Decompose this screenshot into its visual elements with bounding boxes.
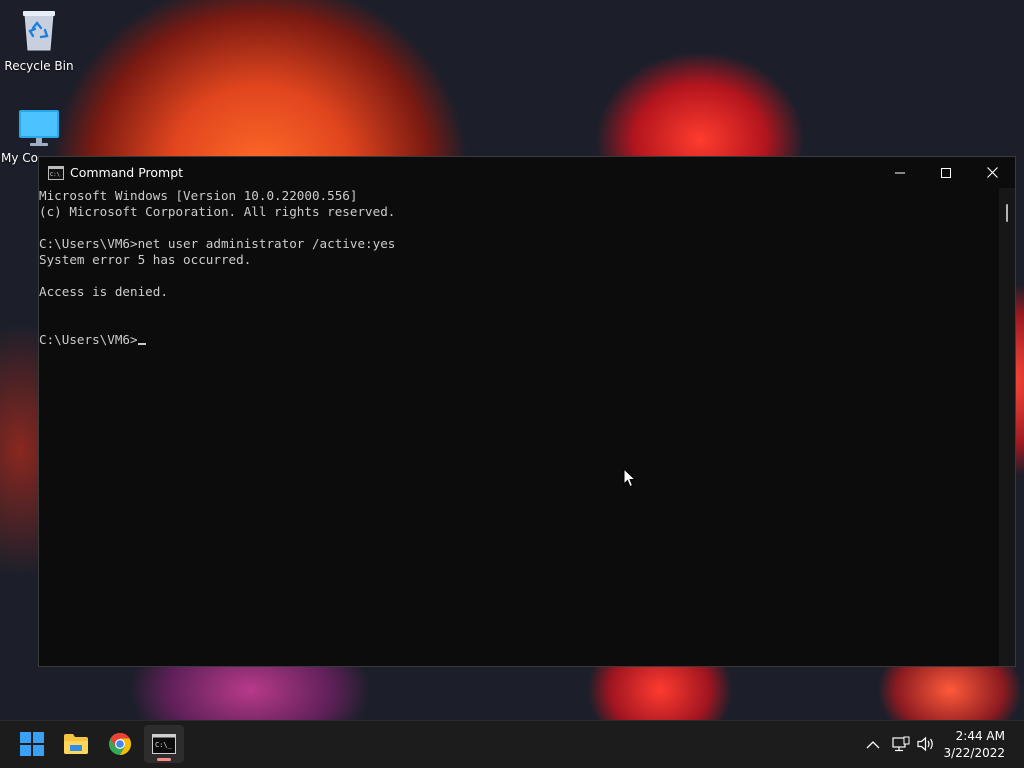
volume-icon xyxy=(917,736,933,752)
cmd-icon: C:\_ xyxy=(152,734,176,754)
desktop-icon-label: Recycle Bin xyxy=(4,59,74,73)
clock-time: 2:44 AM xyxy=(955,729,1005,743)
console-line: Access is denied. xyxy=(39,284,168,299)
maximize-icon xyxy=(941,167,951,178)
taskbar-file-explorer[interactable] xyxy=(56,725,96,763)
taskbar-command-prompt[interactable]: C:\_ xyxy=(144,725,184,763)
taskbar-start-button[interactable] xyxy=(12,725,52,763)
chrome-icon xyxy=(109,733,131,755)
network-button[interactable] xyxy=(892,735,910,753)
maximize-button[interactable] xyxy=(923,157,969,188)
network-icon xyxy=(892,736,910,752)
prompt-line[interactable]: C:\Users\VM6> xyxy=(39,332,999,348)
vertical-scrollbar[interactable] xyxy=(999,188,1015,666)
text-cursor xyxy=(137,343,146,345)
minimize-icon xyxy=(895,172,905,173)
console-output[interactable]: Microsoft Windows [Version 10.0.22000.55… xyxy=(39,188,999,666)
console-line: System error 5 has occurred. xyxy=(39,252,252,267)
prompt-text: C:\Users\VM6> xyxy=(39,332,138,347)
monitor-icon xyxy=(19,110,59,146)
close-icon xyxy=(986,167,998,178)
volume-button[interactable] xyxy=(917,735,935,753)
taskbar-google-chrome[interactable] xyxy=(100,725,140,763)
clock-date: 3/22/2022 xyxy=(943,746,1005,760)
svg-text:C:\: C:\ xyxy=(50,172,60,178)
show-hidden-icons-button[interactable] xyxy=(864,735,882,753)
console-line: Microsoft Windows [Version 10.0.22000.55… xyxy=(39,188,358,203)
desktop: Recycle Bin My Co C:\ Command Prompt Mic… xyxy=(0,0,1024,720)
scrollbar-thumb[interactable] xyxy=(1006,204,1008,222)
taskbar: C:\_ 2:44 AM 3/22/2022 xyxy=(0,720,1024,768)
cmd-icon: C:\ xyxy=(48,165,64,180)
active-app-indicator xyxy=(157,758,171,761)
windows-start-icon xyxy=(20,732,44,756)
title-bar[interactable]: C:\ Command Prompt xyxy=(39,157,1015,188)
recycle-bin-icon xyxy=(23,11,55,51)
desktop-icon-recycle-bin[interactable]: Recycle Bin xyxy=(0,8,79,73)
minimize-button[interactable] xyxy=(877,157,923,188)
window-title: Command Prompt xyxy=(70,165,184,180)
console-line: C:\Users\VM6>net user administrator /act… xyxy=(39,236,396,251)
chevron-up-icon xyxy=(866,740,880,748)
mouse-pointer-icon xyxy=(623,468,637,488)
close-button[interactable] xyxy=(969,157,1015,188)
command-prompt-window[interactable]: C:\ Command Prompt Microsoft Windows [Ve… xyxy=(38,156,1016,667)
console-line: (c) Microsoft Corporation. All rights re… xyxy=(39,204,396,219)
system-clock[interactable]: 2:44 AM 3/22/2022 xyxy=(943,728,1005,762)
svg-text:C:\_: C:\_ xyxy=(155,741,173,749)
folder-icon xyxy=(64,734,88,754)
